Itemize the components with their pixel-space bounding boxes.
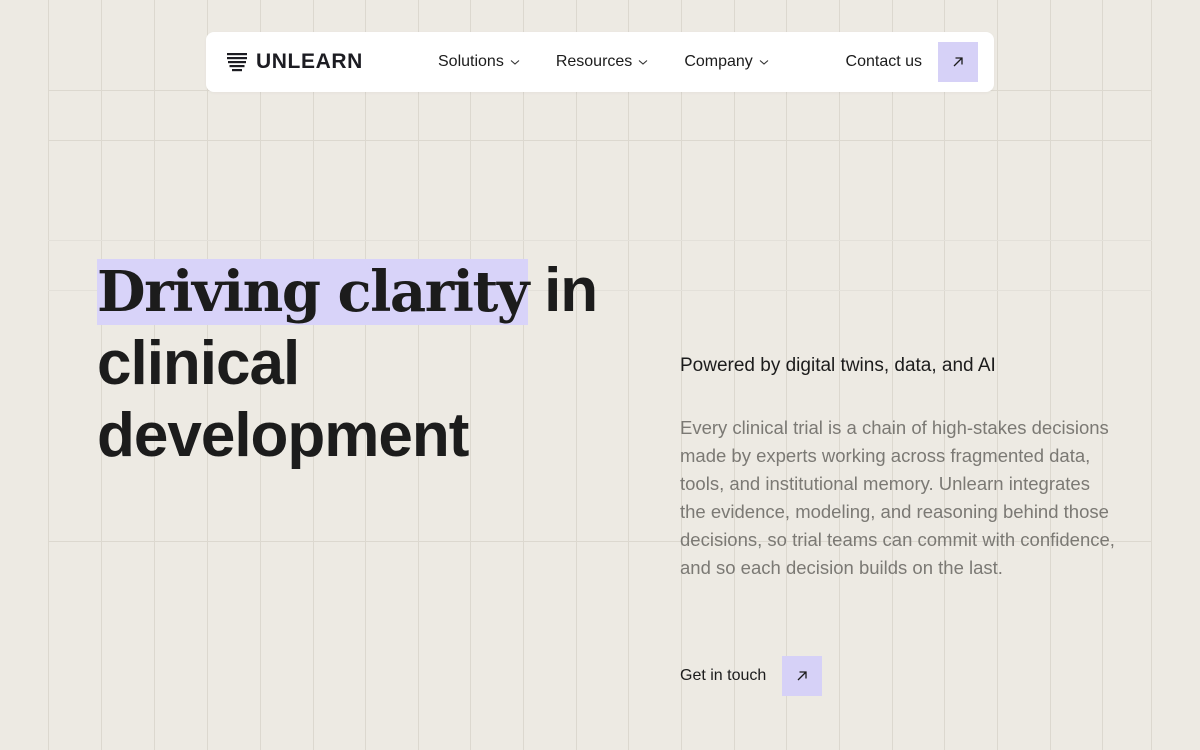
chevron-down-icon: [638, 60, 648, 65]
contact-us-link[interactable]: Contact us: [846, 53, 922, 71]
hero-tagline: Powered by digital twins, data, and AI: [680, 355, 996, 376]
top-navbar: UNLEARN Solutions Resources Company Cont…: [206, 32, 994, 92]
chevron-down-icon: [759, 60, 769, 65]
logo-mark-icon: [227, 53, 247, 72]
page: UNLEARN Solutions Resources Company Cont…: [0, 0, 1200, 750]
nav-item-label: Resources: [555, 53, 633, 70]
hero-headline: Driving clarity in clinical development: [97, 255, 617, 472]
nav-item-resources[interactable]: Resources: [556, 53, 648, 71]
headline-highlight: Driving clarity: [97, 259, 529, 325]
arrow-up-right-icon: [953, 57, 963, 67]
nav-item-solutions[interactable]: Solutions: [438, 53, 520, 71]
nav-item-label: Company: [684, 53, 753, 70]
brand-name: UNLEARN: [256, 50, 363, 73]
hero-description: Every clinical trial is a chain of high-…: [680, 417, 1115, 578]
get-in-touch-link[interactable]: Get in touch: [680, 667, 766, 685]
brand-logo[interactable]: UNLEARN: [226, 50, 438, 74]
get-in-touch-cta: Get in touch: [680, 656, 823, 696]
contact-arrow-button[interactable]: [938, 42, 978, 82]
nav-item-label: Solutions: [438, 53, 504, 70]
arrow-up-right-icon: [797, 671, 807, 681]
chevron-down-icon: [510, 60, 520, 65]
get-in-touch-arrow-button[interactable]: [782, 656, 823, 696]
nav-item-company[interactable]: Company: [684, 53, 769, 71]
main-menu: Solutions Resources Company: [438, 53, 805, 71]
